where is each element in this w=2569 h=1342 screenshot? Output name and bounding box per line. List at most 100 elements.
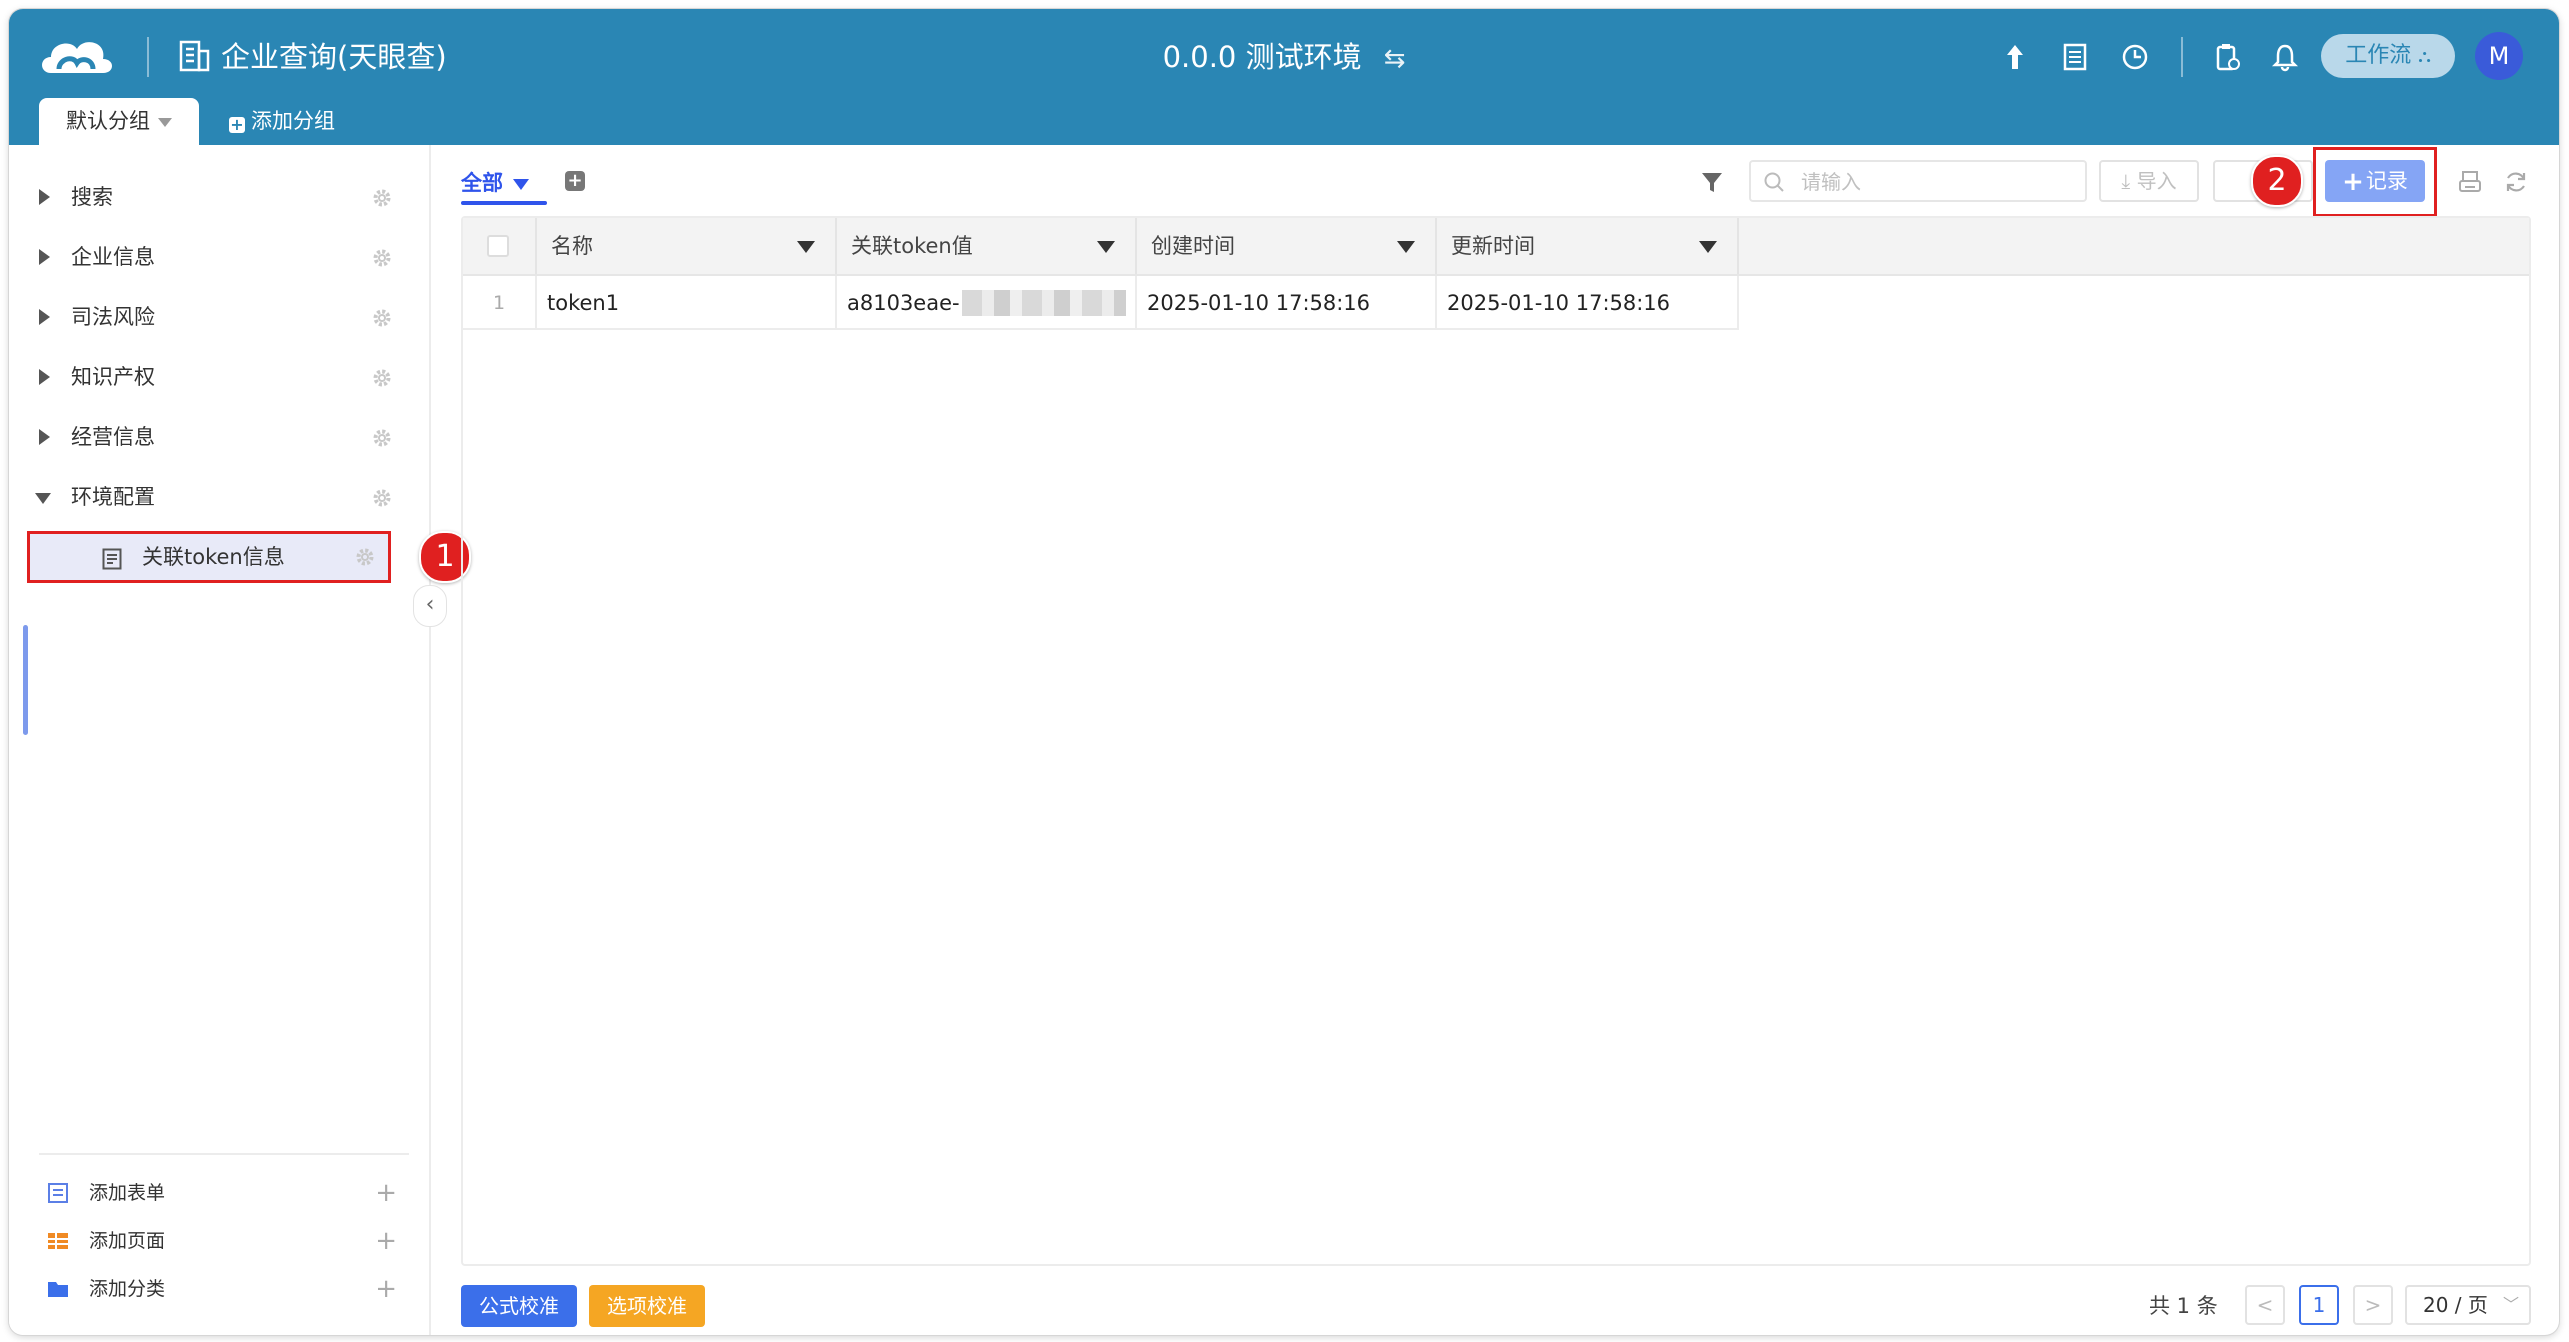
column-header-label: 关联token值 [851,234,973,258]
sidebar-item-token-info[interactable]: 关联token信息 [27,531,391,583]
workflow-button[interactable]: 工作流 ⛬ [2321,34,2455,78]
expand-triangle-icon[interactable] [39,189,50,205]
total-count: 共 1 条 [2149,1294,2218,1318]
collapse-sidebar-button[interactable]: ‹ [413,585,447,627]
sidebar-scrollbar[interactable] [23,625,28,735]
cell-created[interactable]: 2025-01-10 17:58:16 [1137,276,1437,330]
import-button[interactable]: ⤓ 导入 [2099,160,2199,202]
sort-caret-icon[interactable] [1097,241,1115,253]
token-value: a8103eae- [847,291,960,315]
gear-icon[interactable] [371,367,393,389]
select-all-checkbox[interactable] [487,235,509,257]
table-header: 名称 关联token值 创建时间 更新时间 [463,218,2529,276]
sort-caret-icon[interactable] [1397,241,1415,253]
environment-label: 0.0.0 测试环境 [1162,40,1362,74]
document-list-icon[interactable] [2059,41,2091,73]
upload-icon[interactable] [1999,41,2031,73]
sidebar-item-ip[interactable]: 知识产权 [29,349,409,405]
formula-calibrate-button[interactable]: 公式校准 [461,1285,577,1327]
environment-switcher[interactable]: 0.0.0 测试环境 ⇆ [9,37,2559,79]
add-view-button[interactable]: + [565,171,585,191]
bell-icon[interactable] [2269,41,2301,73]
filter-icon[interactable] [1699,169,1725,195]
sidebar-item-business-info[interactable]: 经营信息 [29,409,409,465]
current-page-button[interactable]: 1 [2299,1285,2339,1325]
next-page-button[interactable]: > [2353,1285,2393,1325]
caret-down-icon[interactable] [158,117,172,127]
column-header-created[interactable]: 创建时间 [1137,218,1437,274]
add-page-item[interactable]: 添加页面 + [47,1219,397,1263]
sidebar-item-label: 知识产权 [71,365,155,389]
option-calibrate-button[interactable]: 选项校准 [589,1285,705,1327]
sidebar-item-label: 企业信息 [71,245,155,269]
refresh-icon[interactable] [2503,169,2529,195]
gear-icon[interactable] [371,187,393,209]
redacted-mask [961,290,1126,316]
user-avatar[interactable]: M [2475,32,2523,80]
prev-page-button[interactable]: < [2245,1285,2285,1325]
top-header: 企业查询(天眼查) 0.0.0 测试环境 ⇆ 工作流 ⛬ M 默认分组 + 添加… [9,9,2559,145]
sidebar: 搜索 企业信息 司法风险 知识产权 经营信息 环境配置 关联token信息 1 … [9,145,471,1335]
add-record-label: 记录 [2365,169,2408,193]
add-category-label: 添加分类 [89,1278,166,1300]
active-tab-underline [461,201,547,205]
column-header-updated[interactable]: 更新时间 [1437,218,1739,274]
gear-icon[interactable] [371,307,393,329]
caret-down-icon[interactable] [513,178,529,190]
plus-icon[interactable]: + [375,1267,397,1311]
sort-caret-icon[interactable] [797,241,815,253]
folder-icon [48,1282,68,1297]
column-header-label: 创建时间 [1151,234,1235,258]
table-page-icon [48,1233,68,1249]
expand-triangle-icon[interactable] [39,249,50,265]
gear-icon[interactable] [354,546,376,568]
sidebar-item-judicial-risk[interactable]: 司法风险 [29,289,409,345]
select-all-cell [463,218,537,274]
expand-triangle-icon[interactable] [39,309,50,325]
search-input[interactable] [1799,166,2073,198]
history-clock-icon[interactable] [2119,41,2151,73]
view-tab-all[interactable]: 全部 [461,167,529,199]
column-header-label: 更新时间 [1451,234,1535,258]
form-icon [102,548,122,570]
column-header-name[interactable]: 名称 [537,218,837,274]
cell-updated[interactable]: 2025-01-10 17:58:16 [1437,276,1739,330]
header-divider-right [2181,37,2183,77]
form-icon [48,1183,68,1203]
add-category-item[interactable]: 添加分类 + [47,1267,397,1311]
print-icon[interactable] [2457,169,2483,195]
cell-name[interactable]: token1 [537,276,837,330]
plus-icon[interactable]: + [375,1219,397,1263]
expand-triangle-icon[interactable] [39,369,50,385]
plus-icon[interactable]: + [375,1171,397,1215]
gear-icon[interactable] [371,427,393,449]
page-size-select[interactable]: 20 / 页 ﹀ [2405,1285,2531,1325]
cell-token[interactable]: a8103eae- [837,276,1137,330]
add-group-tab[interactable]: + 添加分组 [229,98,335,145]
search-box[interactable] [1749,160,2087,202]
expand-triangle-icon[interactable] [39,429,50,445]
add-form-item[interactable]: 添加表单 + [47,1171,397,1215]
import-label: 导入 [2136,169,2177,193]
add-record-button[interactable]: +记录 [2325,160,2425,202]
swap-icon[interactable]: ⇆ [1384,39,1406,79]
sidebar-item-search[interactable]: 搜索 [29,169,409,225]
data-table: 名称 关联token值 创建时间 更新时间 1 token1 a8103eae-… [461,216,2531,1266]
chevron-down-icon: ﹀ [2502,1295,2519,1314]
sidebar-divider [39,1153,409,1155]
page-size-value: 20 / 页 [2423,1293,2488,1317]
annotation-badge-2: 2 [2251,155,2303,207]
table-row[interactable]: 1 token1 a8103eae- 2025-01-10 17:58:16 2… [463,276,2529,330]
clipboard-settings-icon[interactable] [2211,41,2243,73]
sidebar-item-label: 司法风险 [71,305,155,329]
gear-icon[interactable] [371,487,393,509]
gear-icon[interactable] [371,247,393,269]
collapse-triangle-icon[interactable] [35,493,51,504]
sidebar-item-company-info[interactable]: 企业信息 [29,229,409,285]
sort-caret-icon[interactable] [1699,241,1717,253]
column-header-token[interactable]: 关联token值 [837,218,1137,274]
add-group-label: 添加分组 [251,109,335,133]
view-tab-label: 全部 [461,171,503,195]
sidebar-item-env-config[interactable]: 环境配置 [29,469,409,525]
tab-default-group[interactable]: 默认分组 [39,98,199,145]
